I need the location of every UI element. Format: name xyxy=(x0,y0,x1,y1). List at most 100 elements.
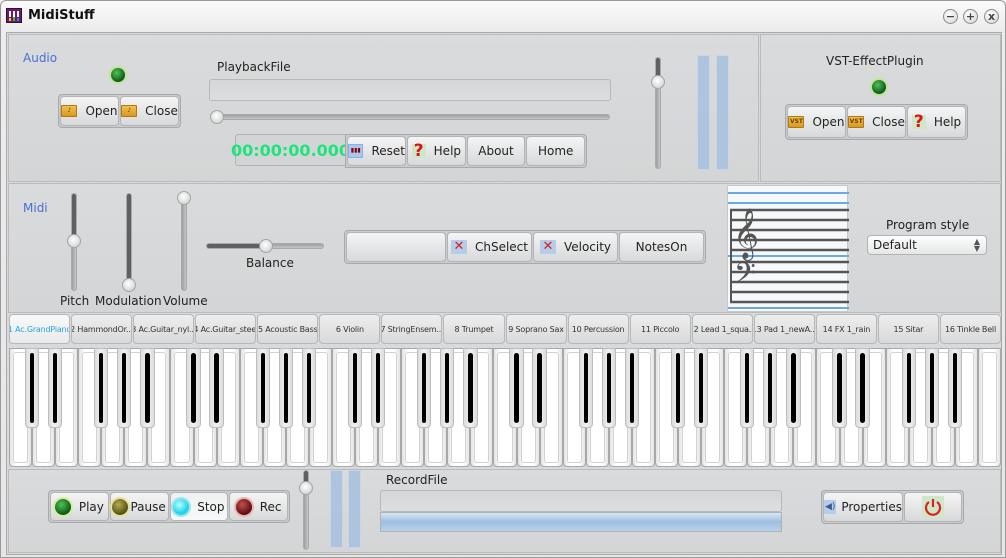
playback-position-slider[interactable] xyxy=(214,114,610,120)
playback-file-field[interactable] xyxy=(209,79,611,101)
black-key[interactable] xyxy=(763,348,778,428)
black-key[interactable] xyxy=(947,348,962,428)
black-key[interactable] xyxy=(578,348,593,428)
black-key[interactable] xyxy=(209,348,224,428)
black-key[interactable] xyxy=(832,348,847,428)
modulation-thumb[interactable] xyxy=(122,278,136,292)
black-key[interactable] xyxy=(532,348,547,428)
black-key[interactable] xyxy=(901,348,916,428)
transport-buttons: Play Pause Stop Rec xyxy=(48,490,290,523)
channel-tab[interactable]: 8 Trumpet xyxy=(443,314,505,344)
play-button[interactable]: Play xyxy=(50,492,109,521)
balance-thumb[interactable] xyxy=(259,239,273,253)
audio-volume-thumb[interactable] xyxy=(651,75,665,89)
white-key[interactable] xyxy=(977,348,1001,467)
chselect-button[interactable]: ✕ ChSelect xyxy=(447,232,532,262)
black-key[interactable] xyxy=(740,348,755,428)
program-style-label: Program style xyxy=(886,218,970,232)
record-file-label: RecordFile xyxy=(386,473,448,487)
black-key[interactable] xyxy=(509,348,524,428)
blank-button[interactable] xyxy=(346,232,446,262)
pause-led-icon xyxy=(112,498,129,515)
volume-slider[interactable] xyxy=(181,193,187,291)
audio-help-button[interactable]: ? Help xyxy=(407,136,466,166)
about-button[interactable]: About xyxy=(466,136,526,166)
minimize-button[interactable]: − xyxy=(943,9,958,24)
black-key[interactable] xyxy=(140,348,155,428)
black-key[interactable] xyxy=(24,348,40,428)
title-bar[interactable]: MidiStuff − + x xyxy=(1,1,1005,31)
vst-help-button[interactable]: ? Help xyxy=(907,106,966,138)
audio-section-label: Audio xyxy=(23,51,58,65)
black-key[interactable] xyxy=(693,348,709,428)
program-style-select[interactable]: Default ▲ ▼ xyxy=(867,235,987,255)
record-volume-thumb[interactable] xyxy=(299,481,313,495)
channel-tab[interactable]: 9 Soprano Sax xyxy=(505,314,567,344)
reset-button[interactable]: ▮▮▮ Reset xyxy=(347,136,406,166)
modulation-slider[interactable] xyxy=(126,193,132,291)
channel-tab[interactable]: 1 Ac.GrandPiano xyxy=(9,314,71,344)
ledger-lines-top xyxy=(728,192,849,204)
piano-keyboard[interactable] xyxy=(9,348,1001,467)
properties-button[interactable]: ◀) Properties xyxy=(823,492,903,522)
vst-close-button[interactable]: VST Close xyxy=(847,106,906,138)
black-key[interactable] xyxy=(370,348,386,428)
black-key[interactable] xyxy=(117,348,132,428)
black-key[interactable] xyxy=(786,348,801,428)
black-key[interactable] xyxy=(301,348,317,428)
channel-tab[interactable]: 13 Pad 1_newA... xyxy=(753,314,815,344)
velocity-button[interactable]: ✕ Velocity xyxy=(533,232,618,262)
black-key[interactable] xyxy=(278,348,293,428)
volume-thumb[interactable] xyxy=(177,191,191,205)
audio-open-button[interactable]: ♪ Open xyxy=(60,96,119,126)
audio-help-label: Help xyxy=(433,144,462,158)
black-key[interactable] xyxy=(463,348,478,428)
record-file-field[interactable] xyxy=(380,490,782,512)
channel-tab[interactable]: 16 Tinkle Bell xyxy=(939,314,1001,344)
pause-button[interactable]: Pause xyxy=(109,492,169,521)
black-key[interactable] xyxy=(186,348,201,428)
channel-tab[interactable]: 7 StringEnsem... xyxy=(381,314,443,344)
channel-tab[interactable]: 4 Ac.Guitar_steel xyxy=(195,314,257,344)
rec-button[interactable]: Rec xyxy=(229,492,288,521)
black-key[interactable] xyxy=(255,348,270,428)
pitch-thumb[interactable] xyxy=(67,234,81,248)
maximize-button[interactable]: + xyxy=(963,9,978,24)
vst-folder-icon: VST xyxy=(848,116,865,128)
close-window-button[interactable]: x xyxy=(984,9,999,24)
black-key[interactable] xyxy=(440,348,455,428)
black-key[interactable] xyxy=(347,348,363,428)
power-button[interactable] xyxy=(904,492,962,522)
midi-panel: Midi Pitch Modulation Volume Balance ✕ C… xyxy=(8,183,1001,313)
home-button[interactable]: Home xyxy=(526,136,586,166)
channel-tab[interactable]: 5 Acoustic Bass xyxy=(257,314,319,344)
channel-tab[interactable]: 15 Sitar xyxy=(877,314,939,344)
playback-position-thumb[interactable] xyxy=(210,110,224,124)
x-icon: ✕ xyxy=(450,240,467,254)
audio-volume-slider[interactable] xyxy=(655,57,661,169)
black-key[interactable] xyxy=(601,348,616,428)
channel-tab[interactable]: 3 Ac.Guitar_nyl... xyxy=(133,314,195,344)
channel-tab[interactable]: 11 Piccolo xyxy=(629,314,691,344)
midi-section-label: Midi xyxy=(23,201,48,215)
noteson-button[interactable]: NotesOn xyxy=(619,232,704,262)
black-key[interactable] xyxy=(924,348,939,428)
stop-button[interactable]: Stop xyxy=(169,492,229,521)
black-key[interactable] xyxy=(47,348,63,428)
channel-tab[interactable]: 2 HammondOr... xyxy=(71,314,133,344)
black-key[interactable] xyxy=(855,348,870,428)
folder-icon: ♪ xyxy=(121,105,138,117)
vst-open-button[interactable]: VST Open xyxy=(787,106,846,138)
channel-tab[interactable]: 14 FX 1_rain xyxy=(815,314,877,344)
black-key[interactable] xyxy=(417,348,432,428)
black-key[interactable] xyxy=(624,348,640,428)
black-key[interactable] xyxy=(94,348,109,428)
help-icon: ? xyxy=(911,114,926,131)
vst-title: VST-EffectPlugin xyxy=(826,54,924,68)
channel-tab[interactable]: 12 Lead 1_squa... xyxy=(691,314,753,344)
black-key[interactable] xyxy=(670,348,686,428)
channel-tab[interactable]: 10 Percussion xyxy=(567,314,629,344)
channel-tab[interactable]: 6 Violin xyxy=(319,314,381,344)
audio-close-button[interactable]: ♪ Close xyxy=(120,96,179,126)
vst-open-label: Open xyxy=(812,115,845,129)
